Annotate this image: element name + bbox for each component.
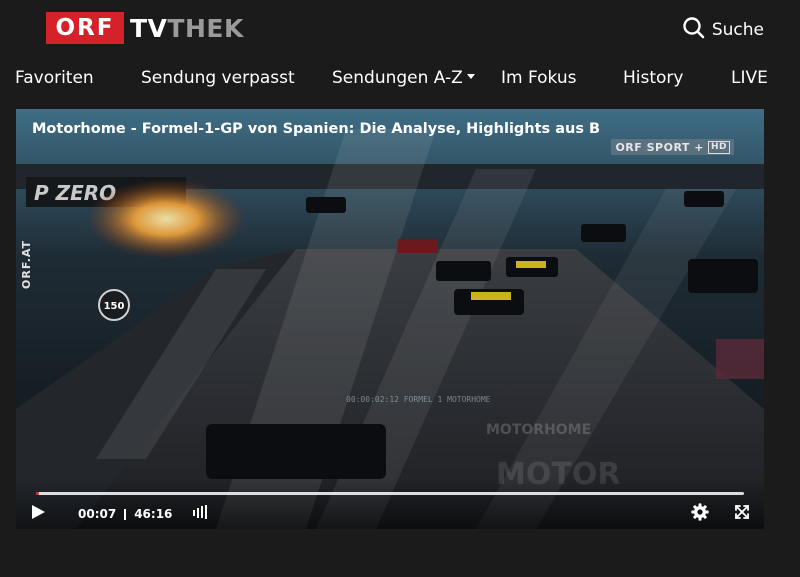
- video-player[interactable]: P ZERO 150 00:00:02:12 FORMEL 1 MOTORHOM…: [16, 109, 764, 529]
- orf-tvthek-logo[interactable]: ORF TV THEK: [46, 12, 244, 44]
- time-separator: [124, 508, 127, 520]
- current-time: 00:07: [78, 507, 117, 521]
- logo-tv-text: TV: [130, 13, 168, 43]
- search-button[interactable]: Suche: [682, 16, 764, 44]
- play-icon: [30, 504, 46, 524]
- volume-icon: [192, 504, 208, 524]
- nav-item-history[interactable]: History: [623, 68, 683, 88]
- nav-label: Favoriten: [15, 68, 94, 88]
- fullscreen-icon: [734, 504, 750, 524]
- settings-button[interactable]: [691, 503, 709, 525]
- duration: 46:16: [134, 507, 173, 521]
- nav-label: Sendung verpasst: [141, 68, 295, 88]
- svg-text:150: 150: [104, 301, 125, 312]
- nav-item-live[interactable]: LIVE: [731, 68, 768, 88]
- nav-item-im-fokus[interactable]: Im Fokus: [501, 68, 577, 88]
- orf-sport-badge: ORF SPORT + HD: [611, 139, 734, 155]
- progress-bar[interactable]: [36, 492, 744, 495]
- svg-text:MOTORHOME: MOTORHOME: [486, 422, 591, 438]
- gear-icon: [691, 503, 709, 525]
- orf-logo-box: ORF: [46, 12, 124, 44]
- orf-at-watermark: ORF.AT: [20, 239, 33, 289]
- nav-item-sendung-verpasst[interactable]: Sendung verpasst: [141, 68, 295, 88]
- main-navigation: Favoriten Sendung verpasst Sendungen A-Z…: [0, 68, 800, 98]
- nav-label: History: [623, 68, 684, 88]
- svg-text:00:00:02:12 FORMEL 1 MOTORHOM: 00:00:02:12 FORMEL 1 MOTORHOME: [346, 395, 491, 404]
- progress-fill: [36, 492, 39, 495]
- play-button[interactable]: [30, 505, 46, 523]
- nav-item-sendungen-a-z[interactable]: Sendungen A-Z: [332, 68, 475, 88]
- search-label: Suche: [711, 20, 764, 40]
- chevron-down-icon: [466, 73, 475, 79]
- logo-thek-text: THEK: [167, 13, 244, 43]
- nav-label: Im Fokus: [501, 68, 577, 88]
- fullscreen-button[interactable]: [734, 505, 750, 523]
- time-display: 00:07 46:16: [78, 505, 172, 523]
- volume-button[interactable]: [192, 505, 208, 523]
- nav-label: LIVE: [731, 68, 768, 88]
- video-frame: P ZERO 150 00:00:02:12 FORMEL 1 MOTORHOM…: [16, 109, 764, 529]
- badge-label: ORF SPORT +: [615, 140, 704, 154]
- site-header: ORF TV THEK Suche: [0, 0, 800, 62]
- hd-badge: HD: [707, 140, 730, 154]
- search-icon: [682, 16, 706, 44]
- nav-item-favoriten[interactable]: Favoriten: [15, 68, 94, 88]
- nav-label: Sendungen A-Z: [332, 68, 463, 88]
- video-title: Motorhome - Formel-1-GP von Spanien: Die…: [32, 121, 601, 137]
